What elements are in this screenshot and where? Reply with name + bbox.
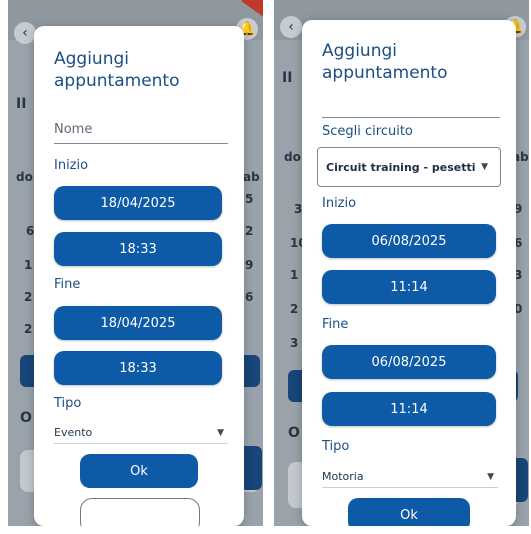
bg-section: O: [20, 410, 32, 426]
dialog-title-line1: Aggiungi: [54, 49, 129, 69]
screenshot-left: ‹ 🔔 II do ab 5 6 2 1 9 2 6 2 O Aggiungi …: [8, 0, 263, 526]
caret-down-icon: ▼: [481, 162, 488, 172]
bg-weekday: ab: [243, 170, 260, 184]
back-icon[interactable]: ‹: [280, 16, 302, 38]
pause-icon: II: [282, 70, 293, 86]
circuit-value: Circuit training - pesetti: [326, 160, 476, 174]
end-time-button[interactable]: 11:14: [322, 392, 496, 426]
bg-day: 6: [245, 290, 254, 304]
circuit-label: Scegli circuito: [322, 124, 413, 139]
bg-day: 2: [24, 322, 33, 336]
pause-icon: II: [16, 96, 27, 112]
type-label: Tipo: [54, 396, 82, 411]
name-input-underline[interactable]: [322, 117, 500, 118]
bg-day: 1: [24, 258, 33, 272]
bg-day: 9: [245, 258, 254, 272]
start-label: Inizio: [54, 158, 89, 173]
type-label: Tipo: [322, 439, 350, 454]
type-value: Evento: [54, 426, 93, 439]
dialog-title-line1: Aggiungi: [322, 41, 397, 61]
bg-weekday: do: [16, 170, 33, 184]
end-label: Fine: [322, 317, 349, 332]
add-appointment-dialog: Aggiungi appuntamento Inizio 18/04/2025 …: [34, 26, 244, 526]
name-input[interactable]: [54, 122, 228, 144]
bg-day: 2: [290, 302, 299, 316]
dialog-title-line2: appuntamento: [322, 63, 448, 83]
end-date-button[interactable]: 18/04/2025: [54, 306, 222, 340]
bg-day: 2: [24, 290, 33, 304]
end-time-button[interactable]: 18:33: [54, 351, 222, 385]
caret-down-icon: ▼: [217, 427, 224, 438]
screenshot-right: ‹ 🔔 II do ab 3 9 10 6 1 3 2 0 3 O Aggiun…: [274, 0, 529, 526]
bg-weekday: do: [284, 150, 301, 164]
ok-button[interactable]: Ok: [348, 498, 470, 526]
dialog-title: Aggiungi appuntamento: [54, 48, 180, 92]
circuit-select[interactable]: Circuit training - pesetti ▼: [317, 147, 501, 187]
start-date-button[interactable]: 06/08/2025: [322, 224, 496, 258]
bg-day: 1: [290, 268, 299, 282]
bg-day: 5: [245, 192, 254, 206]
back-icon[interactable]: ‹: [14, 22, 36, 44]
type-dropdown[interactable]: Evento ▼: [54, 426, 228, 444]
start-time-button[interactable]: 11:14: [322, 270, 496, 304]
ok-button[interactable]: Ok: [80, 454, 198, 488]
dialog-title: Aggiungi appuntamento: [322, 40, 448, 84]
caret-down-icon: ▼: [487, 471, 494, 482]
type-dropdown[interactable]: Motoria ▼: [322, 470, 498, 488]
end-label: Fine: [54, 277, 81, 292]
cancel-button[interactable]: [80, 498, 200, 526]
dialog-title-line2: appuntamento: [54, 71, 180, 91]
end-date-button[interactable]: 06/08/2025: [322, 345, 496, 379]
start-date-button[interactable]: 18/04/2025: [54, 186, 222, 220]
start-label: Inizio: [322, 196, 357, 211]
bg-section: O: [288, 425, 300, 441]
type-value: Motoria: [322, 470, 364, 483]
add-appointment-dialog: Aggiungi appuntamento Scegli circuito Ci…: [302, 20, 516, 526]
bg-day: 3: [290, 336, 299, 350]
bg-day: 2: [245, 224, 254, 238]
start-time-button[interactable]: 18:33: [54, 232, 222, 266]
